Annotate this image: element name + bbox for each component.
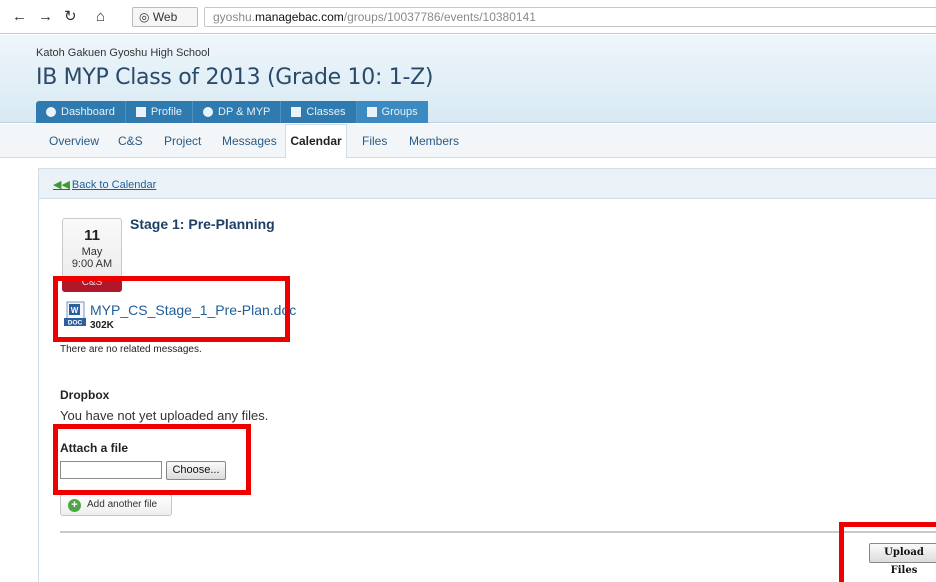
nav-groups[interactable]: Groups (356, 101, 428, 123)
event-day: 11 (84, 227, 100, 244)
sub-nav: Overview C&S Project Messages Calendar F… (0, 124, 936, 158)
nav-classes[interactable]: Classes (281, 101, 357, 123)
back-bar: ◀◀ Back to Calendar (39, 169, 936, 199)
tab-files[interactable]: Files (362, 134, 387, 148)
nav-groups-label: Groups (381, 106, 418, 118)
nav-dp-myp[interactable]: DP & MYP (193, 101, 282, 123)
back-to-calendar-link[interactable]: ◀◀ Back to Calendar (53, 178, 156, 191)
url-prefix: gyoshu. (213, 10, 256, 24)
dropbox-heading: Dropbox (60, 388, 110, 402)
globe-icon: ◎ (139, 10, 153, 24)
annotation-box-upload (839, 522, 936, 582)
globe-icon (203, 107, 214, 117)
tab-overview[interactable]: Overview (49, 134, 99, 148)
profile-card-icon (135, 107, 146, 117)
web-tab-label: Web (152, 10, 178, 24)
nav-dashboard-label: Dashboard (61, 106, 115, 118)
tab-messages[interactable]: Messages (222, 134, 277, 148)
url-domain: managebac.com (255, 10, 344, 24)
dropbox-status: You have not yet uploaded any files. (60, 408, 269, 423)
event-title: Stage 1: Pre-Planning (130, 216, 275, 232)
nav-dashboard[interactable]: Dashboard (36, 101, 126, 123)
nav-profile-label: Profile (150, 106, 183, 118)
reload-icon[interactable]: ↻ (64, 9, 77, 25)
tab-project[interactable]: Project (164, 134, 201, 148)
tab-cs[interactable]: C&S (118, 134, 143, 148)
nav-profile[interactable]: Profile (126, 101, 194, 123)
address-bar[interactable]: gyoshu.managebac.com/groups/10037786/eve… (204, 7, 936, 27)
nav-dp-myp-label: DP & MYP (218, 106, 271, 118)
forward-arrow-icon[interactable]: → (38, 9, 53, 25)
plus-circle-icon: + (68, 499, 81, 512)
url-path: /groups/10037786/events/10380141 (343, 10, 536, 24)
books-icon (291, 107, 302, 117)
annotation-box-attach-file (53, 424, 251, 495)
browser-toolbar: ← → ↻ ⌂ ◎ Web gyoshu.managebac.com/group… (0, 0, 936, 34)
tab-calendar[interactable]: Calendar (285, 124, 347, 158)
divider (60, 531, 936, 533)
back-arrows-icon: ◀◀ (53, 179, 70, 191)
event-month: May (81, 246, 103, 258)
school-name: Katoh Gakuen Gyoshu High School (36, 47, 210, 59)
nav-classes-label: Classes (306, 106, 346, 118)
site-header: Katoh Gakuen Gyoshu High School IB MYP C… (0, 35, 936, 123)
event-time: 9:00 AM (71, 258, 113, 270)
no-messages-text: There are no related messages. (60, 344, 202, 355)
back-to-calendar-label: Back to Calendar (71, 179, 157, 191)
web-tab-chip[interactable]: ◎ Web (132, 7, 198, 27)
tab-members[interactable]: Members (409, 134, 459, 148)
add-another-file-button[interactable]: + Add another file (60, 494, 172, 516)
annotation-box-attachment (53, 276, 290, 342)
add-another-file-label: Add another file (87, 499, 158, 510)
back-arrow-icon[interactable]: ← (12, 9, 27, 25)
info-icon (46, 107, 56, 117)
page-title: IB MYP Class of 2013 (Grade 10: 1-Z) (36, 65, 434, 90)
home-icon[interactable]: ⌂ (96, 9, 105, 25)
trophy-icon (366, 107, 377, 117)
main-nav: Dashboard Profile DP & MYP Classes Group… (36, 101, 428, 123)
